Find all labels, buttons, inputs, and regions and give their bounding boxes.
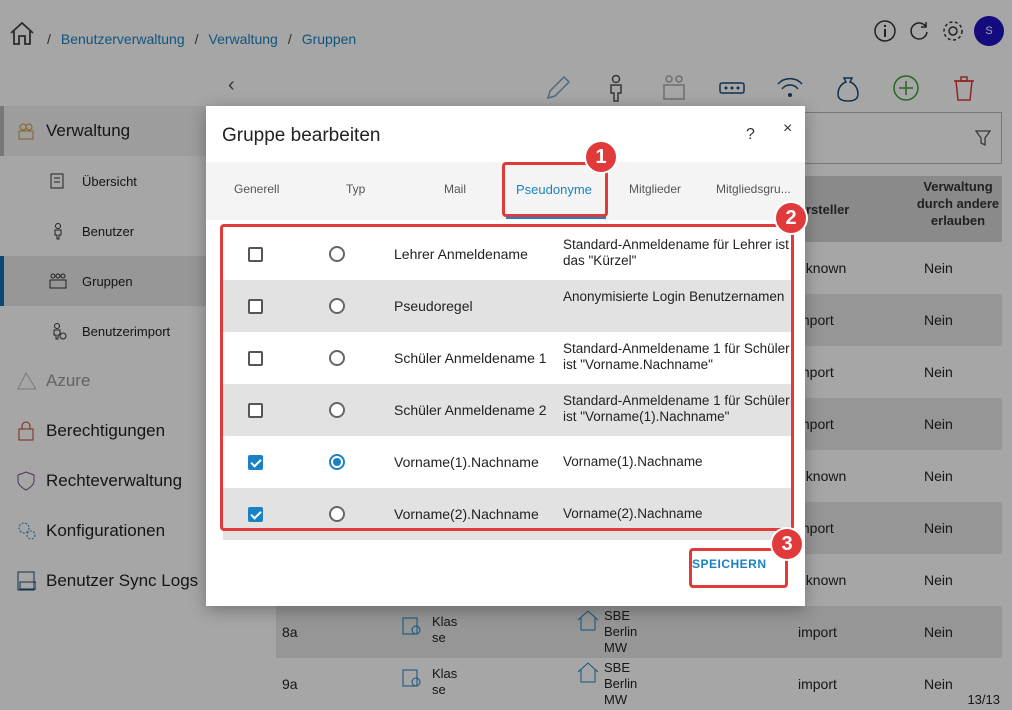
highlight-list (220, 224, 794, 531)
close-icon[interactable]: × (783, 120, 792, 138)
step-badge-3: 3 (770, 527, 804, 561)
tab-mail[interactable]: Mail (444, 182, 466, 196)
step-badge-2: 2 (774, 201, 808, 235)
tab-generell[interactable]: Generell (234, 182, 279, 196)
help-button[interactable]: ? (746, 126, 755, 144)
tab-mitglieder[interactable]: Mitglieder (629, 182, 681, 196)
step-badge-1: 1 (584, 140, 618, 174)
tab-typ[interactable]: Typ (346, 182, 365, 196)
dialog-title: Gruppe bearbeiten (222, 125, 381, 146)
tab-mitgliedsgruppen[interactable]: Mitgliedsgru... (716, 182, 791, 196)
